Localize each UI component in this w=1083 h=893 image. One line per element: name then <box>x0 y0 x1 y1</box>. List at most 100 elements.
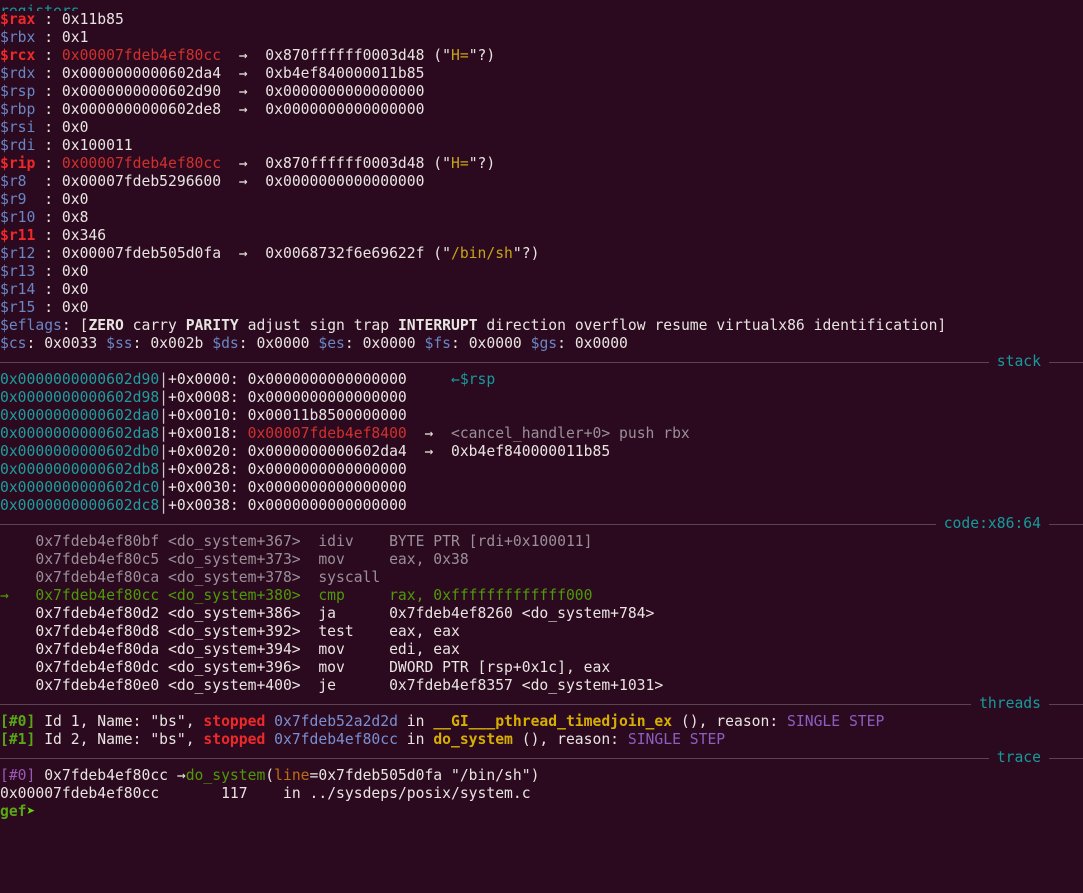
source-line-number: 117 <box>221 785 248 802</box>
string-quote-open: (" <box>424 155 451 172</box>
section-rule-left <box>0 703 972 705</box>
code-mnemonic: mov <box>309 551 390 568</box>
register-separator: : <box>35 119 62 136</box>
code-operands: eax, 0x38 <box>389 551 469 568</box>
string-quote-open: (" <box>424 47 451 64</box>
register-name: $r13 <box>0 263 36 280</box>
code-row: 0x7fdeb4ef80d8 <do_system+392> test eax,… <box>0 623 1083 641</box>
thread-function: __GI___pthread_timedjoin_ex <box>433 713 673 730</box>
thread-index: [#0] <box>0 713 36 730</box>
register-string-preview: H= <box>451 47 469 64</box>
eflags-space <box>177 317 186 334</box>
section-label-trace: trace <box>996 749 1041 766</box>
register-value: 0x00007fdeb4ef80cc <box>61 155 222 172</box>
register-name: $r14 <box>0 281 36 298</box>
register-row: $rbp : 0x0000000000602de8 → 0x0000000000… <box>0 101 1083 119</box>
code-operands: BYTE PTR [rdi+0x100011] <box>389 533 593 550</box>
register-row: $rcx : 0x00007fdeb4ef80cc → 0x870ffffff0… <box>0 47 1083 65</box>
trace-arrow-icon: → <box>176 767 186 784</box>
register-name: $rsp <box>0 83 36 100</box>
trace-arg-value: =0x7fdeb505d0fa "/bin/sh" <box>309 767 531 784</box>
eflags-flag: resume <box>654 317 708 334</box>
register-deref-value: 0xb4ef840000011b85 <box>265 65 425 82</box>
eflags-close-bracket: ] <box>937 317 947 334</box>
stack-pointer-marker: ←$rsp <box>451 371 496 388</box>
deref-arrow-icon: → <box>221 245 266 262</box>
thread-index: [#1] <box>0 731 36 748</box>
stack-row: 0x0000000000602dc8|+0x0038: 0x0000000000… <box>0 497 1083 515</box>
register-value: 0x00007fdeb505d0fa <box>61 245 222 262</box>
register-separator: : <box>26 191 62 208</box>
register-value: 0x0 <box>61 191 89 208</box>
code-address: 0x7fdeb4ef80dc <box>17 659 169 676</box>
register-name: $rbx <box>0 29 36 46</box>
register-separator: : <box>35 11 62 28</box>
stack-value: 0x0000000000602da4 <box>247 443 407 460</box>
stack-offset: +0x0010: <box>168 407 248 424</box>
stack-row: 0x0000000000602d90|+0x0000: 0x0000000000… <box>0 371 1083 389</box>
register-name: $rip <box>0 155 36 172</box>
code-gutter <box>0 533 18 550</box>
register-name: $r8 <box>0 173 27 190</box>
stack-address: 0x0000000000602dc0 <box>0 479 160 496</box>
eflags-flag: ZERO <box>88 317 124 334</box>
code-gutter <box>0 605 18 622</box>
prompt-arrow-icon: ➤ <box>26 803 36 820</box>
register-row: $r13 : 0x0 <box>0 263 1083 281</box>
thread-id-label: Id 2, Name: "bs", <box>35 731 204 748</box>
segment-name: $es <box>318 335 345 352</box>
register-row: $rsp : 0x0000000000602d90 → 0x0000000000… <box>0 83 1083 101</box>
stack-row: 0x0000000000602da0|+0x0010: 0x00011b8500… <box>0 407 1083 425</box>
register-row: $r14 : 0x0 <box>0 281 1083 299</box>
gef-prompt-row[interactable]: gef➤ <box>0 803 1083 821</box>
code-row: 0x7fdeb4ef80e0 <do_system+400> je 0x7fde… <box>0 677 1083 695</box>
code-row: 0x7fdeb4ef80dc <do_system+396> mov DWORD… <box>0 659 1083 677</box>
stack-row: 0x0000000000602db8|+0x0028: 0x0000000000… <box>0 461 1083 479</box>
register-separator: : <box>35 281 62 298</box>
deref-arrow-icon: → <box>406 425 451 442</box>
stack-divider: | <box>159 497 169 514</box>
registers-panel: $rax : 0x11b85 $rbx : 0x1 $rcx : 0x00007fd… <box>0 11 1083 317</box>
register-row: $rax : 0x11b85 <box>0 11 1083 29</box>
segment-space <box>416 335 425 352</box>
segment-value: : 0x002b <box>132 335 204 352</box>
register-name: $r11 <box>0 227 36 244</box>
stack-deref-value: 0xb4ef840000011b85 <box>451 443 611 460</box>
code-operands: DWORD PTR [rsp+0x1c], eax <box>389 659 611 676</box>
register-separator: : <box>35 83 62 100</box>
section-rule-left <box>0 757 989 759</box>
segment-space <box>522 335 531 352</box>
register-row: $rbx : 0x1 <box>0 29 1083 47</box>
code-gutter <box>0 569 18 586</box>
stack-marker-space <box>407 371 451 388</box>
stack-row: 0x0000000000602d98|+0x0008: 0x0000000000… <box>0 389 1083 407</box>
register-name: $rsi <box>0 119 36 136</box>
section-rule-right <box>1049 361 1083 363</box>
gef-terminal-window[interactable]: registers $rax : 0x11b85$rbx : 0x1$rcx :… <box>0 0 1083 893</box>
trace-paren-open: ( <box>265 767 275 784</box>
deref-arrow-icon: → <box>221 47 266 64</box>
thread-in-label: in <box>397 713 434 730</box>
register-row: $r8 : 0x00007fdeb5296600 → 0x00000000000… <box>0 173 1083 191</box>
register-separator: : <box>35 137 62 154</box>
code-operands: edi, eax <box>389 641 460 658</box>
stack-row: 0x0000000000602dc0|+0x0030: 0x0000000000… <box>0 479 1083 497</box>
stack-divider: | <box>159 461 169 478</box>
segment-registers-row: $cs: 0x0033 $ss: 0x002b $ds: 0x0000 $es:… <box>0 335 1083 353</box>
register-value: 0x0000000000602d90 <box>61 83 222 100</box>
segment-space <box>203 335 212 352</box>
source-gap <box>159 785 221 802</box>
thread-reason: SINGLE STEP <box>787 713 885 730</box>
code-operands: eax, eax <box>389 623 460 640</box>
code-symbol: <do_system+392> <box>168 623 310 640</box>
thread-reason: SINGLE STEP <box>627 731 726 748</box>
segment-name: $ds <box>212 335 239 352</box>
register-value: 0x100011 <box>61 137 133 154</box>
register-deref-value: 0x0068732f6e69622f <box>265 245 425 262</box>
eflags-row: $eflags: [ZERO carry PARITY adjust sign … <box>0 317 1083 335</box>
register-row: $r15 : 0x0 <box>0 299 1083 317</box>
register-name: $rax <box>0 11 36 28</box>
code-disassembly-panel: 0x7fdeb4ef80bf <do_system+367> idiv BYTE… <box>0 533 1083 695</box>
deref-arrow-icon: → <box>221 65 266 82</box>
register-separator: : <box>35 209 62 226</box>
